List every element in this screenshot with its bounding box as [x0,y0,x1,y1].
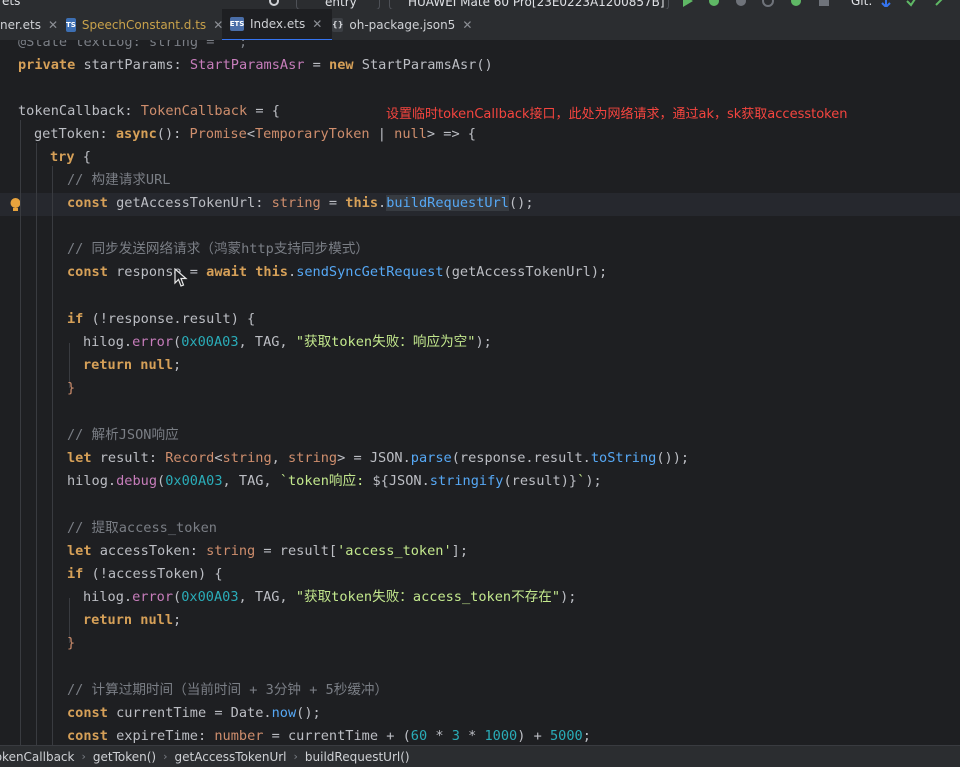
code-line: const getAccessTokenUrl: string = this.b… [67,195,534,211]
tab-oh-package[interactable]: {} oh-package.json5 ✕ [332,9,472,40]
git-commit-icon[interactable] [906,0,918,7]
git-label: Git: [851,0,873,8]
main-toolbar: ets entry HUAWEI Mate 60 Pro[23E0223A120… [0,0,960,9]
breadcrumb-item[interactable]: buildRequestUrl() [301,750,414,764]
rerun-icon[interactable] [762,0,774,7]
close-icon[interactable]: ✕ [462,18,472,32]
chevron-right-icon: › [293,750,298,763]
chevron-right-icon: › [81,750,86,763]
stop-icon[interactable] [818,0,830,7]
chevron-right-icon: › [163,750,168,763]
code-line: hilog.error(0x00A03, TAG, "获取token失败：acc… [83,589,577,605]
profile-icon[interactable] [735,0,747,7]
tab-label: SpeechConstant.d.ts [81,17,207,32]
code-line: } [67,635,76,651]
run-config-label: entry [325,0,357,9]
indent-guide [36,143,37,745]
editor-tabs: ner.ets ✕ TS SpeechConstant.d.ts ✕ ETS I… [0,9,960,41]
code-line: const response = await this.sendSyncGetR… [67,264,608,280]
tab-label: Index.ets [250,17,306,31]
code-comment: // 计算过期时间（当前时间 + 3分钟 + 5秒缓冲） [67,682,389,698]
run-icon[interactable] [681,0,693,7]
mouse-pointer-icon [174,268,188,287]
ets-file-icon: ETS [230,17,244,31]
code-line: const currentTime = Date.now(); [67,705,321,721]
git-update-icon[interactable] [880,0,892,7]
code-line: let accessToken: string = result['access… [67,543,469,559]
indent-guide [20,120,21,745]
close-icon[interactable]: ✕ [312,17,322,31]
tab-ner-ets[interactable]: ner.ets ✕ [0,9,60,40]
json-file-icon: {} [332,17,344,32]
code-comment: // 提取access_token [67,520,217,536]
code-line: return null; [83,357,182,373]
breadcrumb-item[interactable]: getToken() [89,750,160,764]
code-line: getToken: async(): Promise<TemporaryToke… [34,126,476,142]
code-line: private startParams: StartParamsAsr = ne… [18,57,493,73]
code-line: if (!accessToken) { [67,566,223,582]
tab-speechconstant[interactable]: TS SpeechConstant.d.ts ✕ [66,9,223,40]
debug-icon[interactable] [708,0,720,7]
device-label: HUAWEI Mate 60 Pro[23E0223A1200857B] [408,0,665,9]
code-line: return null; [83,612,182,628]
code-editor[interactable]: @State textLog: string = ''; private sta… [0,40,960,745]
code-line: try { [50,149,91,165]
code-line: } [67,380,76,396]
device-select[interactable]: HUAWEI Mate 60 Pro[23E0223A1200857B] [389,0,669,9]
code-line: if (!response.result) { [67,311,256,327]
attach-debugger-icon[interactable] [790,0,802,7]
run-config-select[interactable]: entry [296,0,380,9]
code-comment: // 同步发送网络请求（鸿蒙http支持同步模式） [67,241,369,257]
tab-index-ets[interactable]: ETS Index.ets ✕ [222,9,332,41]
ts-file-icon: TS [66,17,76,32]
code-line: let result: Record<string, string> = JSO… [67,450,690,466]
code-line: tokenCallback: TokenCallback = { [18,103,280,119]
code-line: hilog.debug(0x00A03, TAG, `token响应: ${JS… [67,473,602,489]
breadcrumb-item[interactable]: tokenCallback [0,750,78,764]
tab-label: oh-package.json5 [349,17,456,32]
tab-label: ner.ets [0,17,41,32]
close-icon[interactable]: ✕ [48,18,58,32]
code-comment: // 解析JSON响应 [67,427,179,443]
breadcrumb-item[interactable]: getAccessTokenUrl [171,750,291,764]
gear-icon[interactable] [268,0,280,7]
toolbar-left-fragment: ets [2,0,21,8]
code-line: const expireTime: number = currentTime +… [67,728,591,744]
code-line: @State textLog: string = ''; [18,40,248,50]
code-line: hilog.error(0x00A03, TAG, "获取token失败：响应为… [83,334,492,350]
breadcrumb: tokenCallback › getToken() › getAccessTo… [0,745,960,767]
red-annotation: 设置临时tokenCallback接口，此处为网络请求，通过ak，sk获取acc… [386,107,848,122]
git-push-icon[interactable] [934,0,946,7]
indent-guide [52,166,53,745]
code-comment: // 构建请求URL [67,172,171,188]
